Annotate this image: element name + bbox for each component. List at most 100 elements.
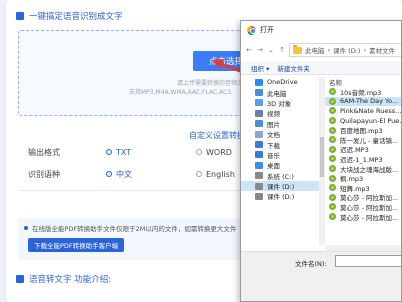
nav-item-label: 文档 (267, 131, 280, 140)
nav-item[interactable]: 课件 (D:) (241, 191, 321, 201)
crumb-separator: › (363, 46, 367, 54)
file-name: Quilapayun-El Pue... (340, 116, 402, 125)
nav-item-label: 桌面 (267, 162, 280, 171)
chevron-down-icon[interactable]: ⌄ (267, 46, 275, 54)
file-row[interactable]: 陈一发儿 - 童话镇... (325, 135, 401, 145)
file-name: 大块战之魂海战版... (340, 165, 399, 174)
nav-item-label: 课件 (D:) (267, 193, 295, 202)
nav-item-label: OneDrive (267, 78, 298, 87)
file-row[interactable]: 10s音频.mp3 (325, 87, 401, 97)
download-client-button[interactable]: 下载全能PDF转换助手客户端 (28, 238, 125, 252)
nav-item-icon (255, 89, 263, 97)
nav-item-icon (255, 141, 263, 149)
file-row[interactable]: 6AM-The Day Yo... (325, 96, 401, 107)
custom-settings-link[interactable]: 自定义设置转换 (189, 130, 245, 141)
file-row[interactable]: 莫心莎 - 阿拉斯加... (325, 202, 401, 212)
file-row[interactable]: 大块战之魂海战版... (325, 164, 401, 174)
nav-item[interactable]: 系统 (C:) (241, 171, 321, 181)
radio-dot-icon (196, 149, 202, 155)
radio-dot-icon (106, 171, 112, 177)
file-row[interactable]: Quilapayun-El Pue... (325, 116, 402, 126)
language-label: 识别语种 (28, 169, 60, 179)
file-row[interactable]: 迟迟-1_1.MP3 (325, 154, 401, 164)
back-arrow-icon[interactable]: ← (245, 46, 253, 54)
nav-item[interactable]: 课件 (D:) (241, 180, 321, 192)
audio-file-icon (329, 107, 336, 115)
dialog-footer: 文件名(N): (241, 251, 401, 301)
nav-item-icon (255, 192, 263, 200)
nav-item[interactable]: 下载 (241, 139, 321, 150)
nav-item[interactable]: OneDrive (241, 77, 321, 87)
section-square-icon (16, 275, 24, 283)
organize-menu[interactable]: 组织 ▾ (251, 63, 269, 73)
file-name: 莫心莎 - 阿拉斯加... (340, 213, 399, 222)
filename-label: 文件名(N): (295, 260, 327, 268)
file-row[interactable]: 短舞.mp3 (325, 183, 401, 193)
file-row[interactable]: Pink&Nate Ruess... (325, 106, 401, 116)
file-row[interactable]: 迟迟.MP3 (325, 145, 401, 155)
open-file-dialog: 打开 ← → ⌄ ↑ 此电脑 › 课件 (D:) › 素材文件 组织 ▾ 新建文… (240, 20, 402, 302)
file-name: 莫心莎 - 阿拉斯加... (340, 203, 399, 212)
nav-item-label: 系统 (C:) (267, 172, 294, 181)
file-row[interactable]: 莫心莎 - 阿拉斯加... (325, 193, 401, 202)
audio-file-icon (329, 126, 336, 134)
file-name: 迟迟.MP3 (340, 146, 369, 155)
path-breadcrumb[interactable]: 此电脑 › 课件 (D:) › 素材文件 (289, 43, 401, 57)
audio-file-icon (329, 213, 336, 221)
forward-arrow-icon[interactable]: → (256, 46, 264, 54)
section-title-intro: 语音转文字 功能介绍: (16, 273, 111, 285)
address-bar: ← → ⌄ ↑ 此电脑 › 课件 (D:) › 素材文件 (241, 41, 401, 59)
nav-item[interactable]: 图片 (241, 119, 321, 129)
radio-label: 中文 (116, 169, 132, 179)
audio-file-icon (329, 165, 336, 173)
radio-chinese[interactable]: 中文 (106, 169, 196, 180)
file-name: 百度地图.mp3 (340, 127, 383, 135)
radio-dot-icon (196, 171, 202, 177)
new-folder-button[interactable]: 新建文件夹 (277, 63, 310, 73)
audio-file-icon (329, 193, 336, 201)
heading-convert: 一键搞定语音识别成文字 (29, 12, 123, 22)
dialog-toolbar: 组织 ▾ 新建文件夹 (241, 61, 401, 75)
nav-item[interactable]: 此电脑 (241, 87, 321, 98)
audio-file-icon (329, 117, 336, 125)
nav-item-label: 视频 (267, 110, 280, 119)
file-row[interactable]: 百度地图.mp3 (325, 125, 401, 135)
scrollbar-thumb[interactable] (320, 137, 324, 177)
file-name: 短舞.mp3 (340, 184, 370, 193)
up-arrow-icon[interactable]: ↑ (278, 46, 286, 54)
nav-item-label: 3D 对象 (267, 99, 292, 108)
audio-file-icon (329, 88, 336, 96)
nav-item-label: 下载 (267, 141, 280, 150)
nav-item[interactable]: 视频 (241, 108, 321, 118)
nav-item-icon (255, 120, 263, 128)
nav-item[interactable]: 音乐 (241, 150, 321, 160)
crumb-drive[interactable]: 课件 (D:) (333, 45, 360, 55)
crumb-folder[interactable]: 素材文件 (369, 45, 395, 55)
column-header-name[interactable]: 名称 (325, 77, 401, 87)
crumb-separator: › (327, 46, 331, 54)
filename-input[interactable] (335, 255, 401, 267)
folder-icon (293, 45, 302, 54)
heading-intro: 语音转文字 功能介绍: (29, 275, 112, 285)
nav-item-label: 课件 (D:) (267, 183, 295, 192)
nav-item-label: 图片 (267, 120, 280, 129)
nav-item[interactable]: 3D 对象 (241, 98, 321, 108)
radio-txt[interactable]: TXT (106, 148, 196, 157)
bullet-icon (24, 226, 28, 230)
output-format-label: 输出格式 (28, 147, 60, 157)
section-square-icon (16, 12, 24, 20)
nav-item-icon (255, 151, 263, 159)
nav-item[interactable]: 桌面 (241, 160, 321, 170)
audio-file-icon (329, 174, 336, 182)
nav-item-icon (255, 99, 263, 107)
file-name: 枫.mp3 (340, 175, 364, 183)
audio-file-icon (329, 203, 336, 211)
nav-item[interactable]: 文档 (241, 129, 321, 139)
audio-file-icon (329, 136, 336, 144)
file-list: 名称 10s音频.mp3 6AM-The Day Yo... Pink&Nate R… (325, 77, 402, 245)
radio-label: English (206, 169, 235, 179)
file-row[interactable]: 枫.mp3 (325, 173, 401, 183)
crumb-this-pc[interactable]: 此电脑 (305, 45, 325, 55)
file-row[interactable]: 莫心莎 - 阿拉斯加... (325, 212, 401, 222)
formats-hint: 支持MP3,M4A,WMA,AAC,FLAC,AC3, (129, 89, 233, 96)
